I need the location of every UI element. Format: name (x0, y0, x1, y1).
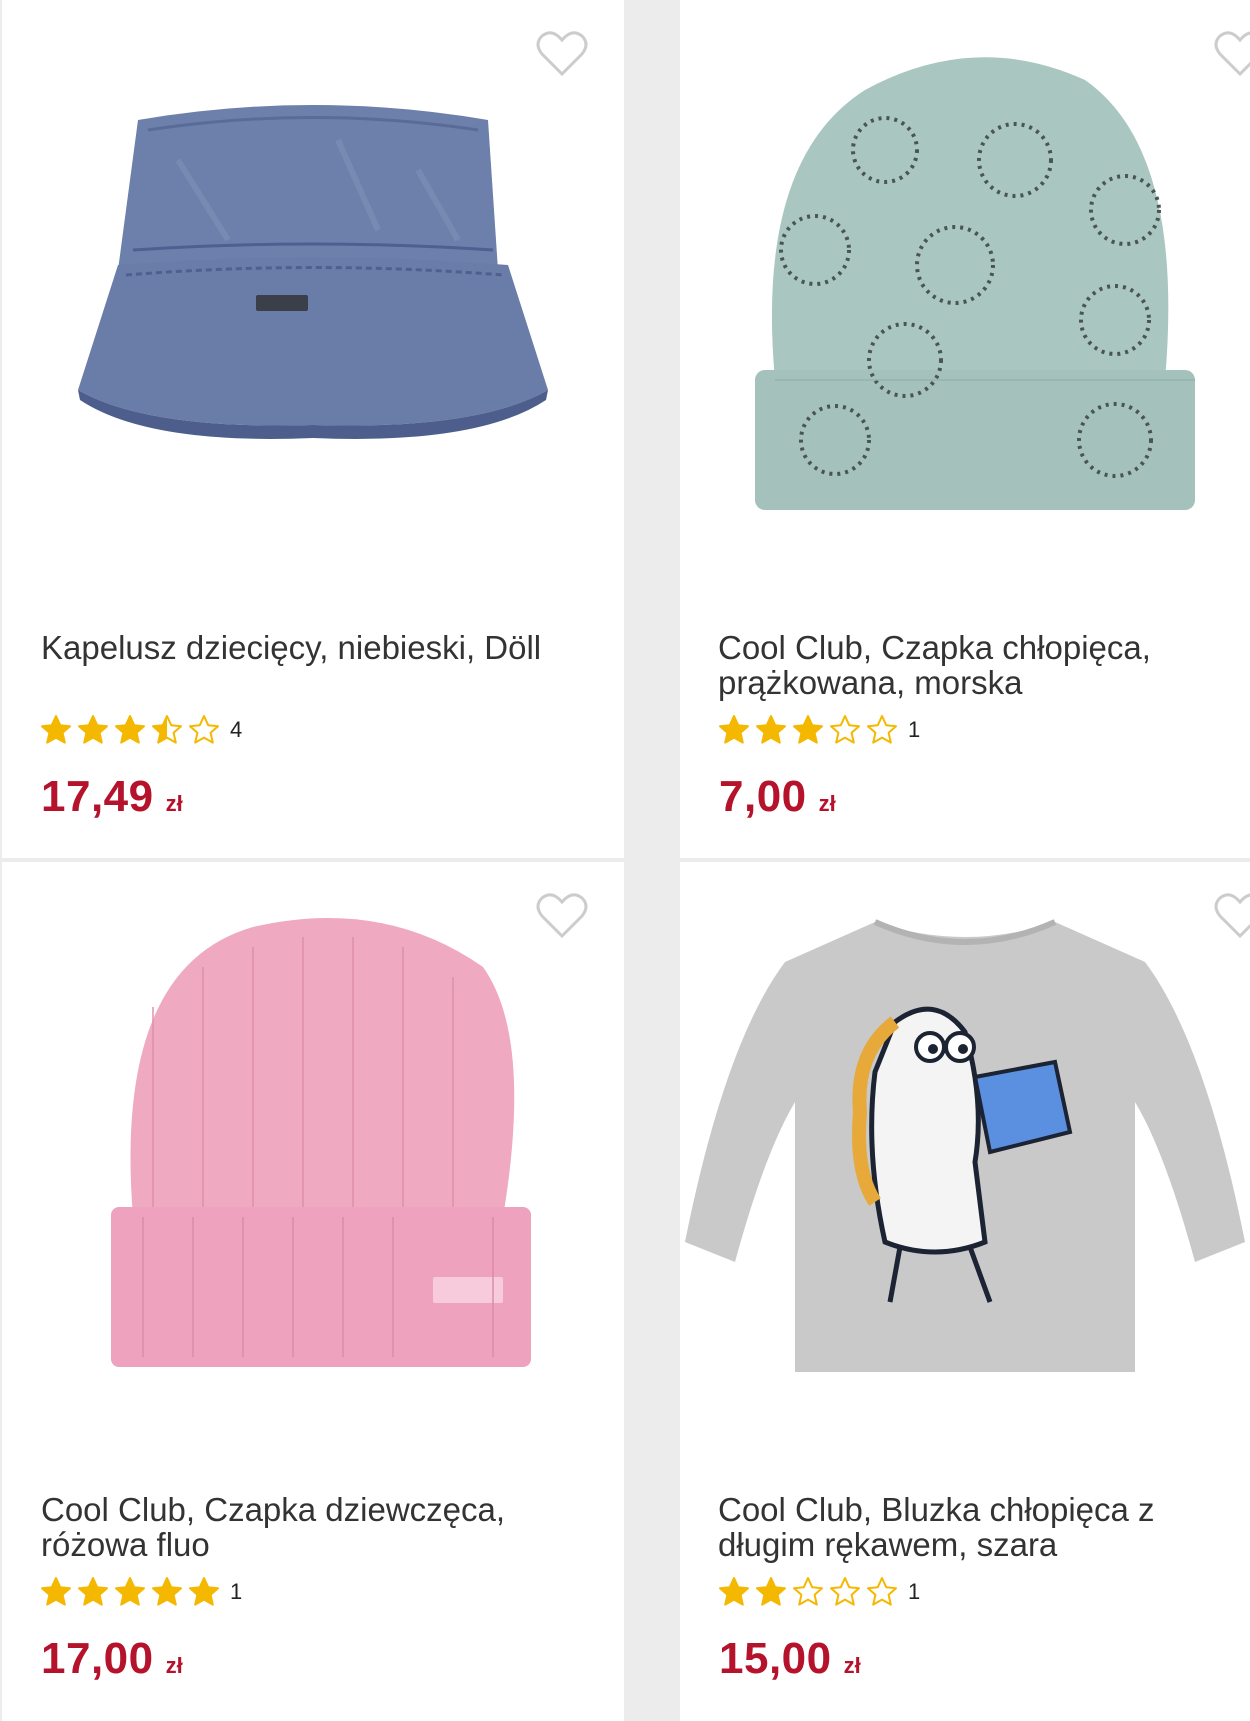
product-grid: Kapelusz dziecięcy, niebieski, Döll 4 17… (0, 0, 1250, 1721)
review-count: 4 (230, 717, 243, 742)
star-empty-icon (830, 715, 860, 744)
review-count: 1 (908, 717, 921, 742)
price-amount: 7,00 (719, 772, 807, 821)
review-count: 1 (908, 1579, 921, 1604)
star-empty-icon (793, 1577, 823, 1606)
product-price: 17,49 zł (41, 772, 183, 822)
star-empty-icon (830, 1577, 860, 1606)
star-filled-icon (719, 715, 749, 744)
product-card[interactable]: Cool Club, Czapka dziewczęca, różowa flu… (2, 862, 624, 1721)
product-card[interactable]: Kapelusz dziecięcy, niebieski, Döll 4 17… (2, 0, 624, 858)
product-image[interactable] (680, 862, 1250, 1422)
star-filled-icon (115, 715, 145, 744)
review-count: 1 (230, 1579, 243, 1604)
price-amount: 17,49 (41, 772, 154, 821)
rating-stars (718, 714, 898, 746)
product-title[interactable]: Kapelusz dziecięcy, niebieski, Döll (41, 630, 561, 665)
product-image[interactable] (2, 862, 624, 1422)
favorite-heart-icon[interactable] (536, 892, 588, 940)
product-rating: 1 (40, 1575, 242, 1609)
price-amount: 17,00 (41, 1634, 154, 1683)
beanie-mint-image (755, 57, 1195, 510)
star-empty-icon (867, 715, 897, 744)
star-filled-icon (78, 1577, 108, 1606)
price-currency: zł (818, 791, 836, 816)
product-rating: 1 (718, 1575, 920, 1609)
favorite-heart-icon[interactable] (1214, 892, 1250, 940)
beanie-pink-image (111, 918, 531, 1367)
price-amount: 15,00 (719, 1634, 832, 1683)
product-image[interactable] (680, 0, 1250, 560)
favorite-heart-icon[interactable] (536, 30, 588, 78)
price-currency: zł (165, 791, 183, 816)
star-filled-icon (41, 1577, 71, 1606)
product-card[interactable]: Cool Club, Czapka chłopięca, prążkowana,… (680, 0, 1250, 858)
product-title[interactable]: Cool Club, Bluzka chłopięca z długim ręk… (718, 1492, 1238, 1562)
price-currency: zł (843, 1653, 861, 1678)
rating-stars (718, 1576, 898, 1608)
star-filled-icon (78, 715, 108, 744)
product-title[interactable]: Cool Club, Czapka dziewczęca, różowa flu… (41, 1492, 561, 1562)
product-image[interactable] (2, 0, 624, 560)
product-rating: 4 (40, 713, 242, 747)
product-title[interactable]: Cool Club, Czapka chłopięca, prążkowana,… (718, 630, 1238, 700)
star-filled-icon (793, 715, 823, 744)
star-filled-icon (115, 1577, 145, 1606)
product-price: 7,00 zł (719, 772, 836, 822)
bucket-hat-image (78, 105, 548, 439)
favorite-heart-icon[interactable] (1214, 30, 1250, 78)
star-empty-icon (867, 1577, 897, 1606)
star-filled-icon (756, 1577, 786, 1606)
star-empty-icon (189, 715, 219, 744)
product-rating: 1 (718, 713, 920, 747)
product-card[interactable]: Cool Club, Bluzka chłopięca z długim ręk… (680, 862, 1250, 1721)
star-filled-icon (756, 715, 786, 744)
rating-stars (40, 1576, 220, 1608)
star-filled-icon (152, 1577, 182, 1606)
star-filled-icon (719, 1577, 749, 1606)
product-price: 17,00 zł (41, 1634, 183, 1684)
star-filled-icon (189, 1577, 219, 1606)
product-price: 15,00 zł (719, 1634, 861, 1684)
price-currency: zł (165, 1653, 183, 1678)
rating-stars (40, 714, 220, 746)
star-filled-icon (41, 715, 71, 744)
longsleeve-shirt-image (685, 919, 1245, 1372)
star-half-icon (152, 715, 182, 744)
